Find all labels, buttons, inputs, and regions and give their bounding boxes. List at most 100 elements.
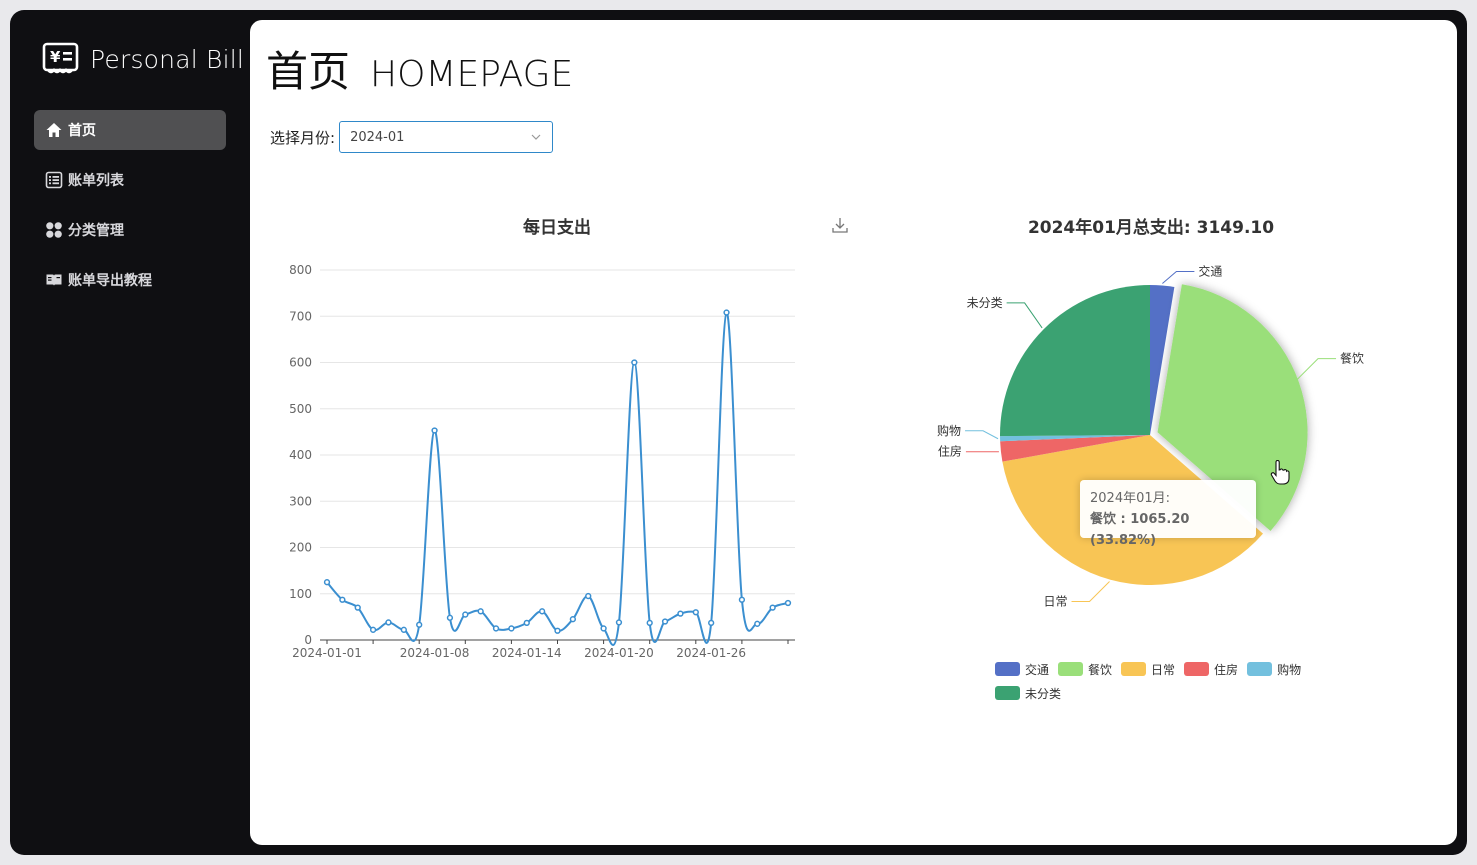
data-point: [554, 627, 561, 634]
data-point: [708, 619, 715, 627]
data-point: [769, 604, 776, 611]
data-point: [477, 608, 484, 615]
pie-label-line: [965, 430, 999, 440]
line-chart: 0 100 200 300 400 500 600 700 800 2024-01-01 2024-…: [289, 263, 795, 660]
data-point: [508, 625, 515, 632]
pie-slice-label: 未分类: [967, 296, 1003, 310]
data-point: [369, 626, 377, 633]
page-title-en: HOMEPAGE: [370, 54, 574, 95]
y-tick-label: 200: [289, 541, 312, 555]
legend-item[interactable]: 购物: [1247, 657, 1301, 681]
tooltip-title: 2024年01月:: [1090, 491, 1171, 506]
data-point: [585, 592, 592, 600]
sidebar-item-category[interactable]: 分类管理: [34, 210, 226, 250]
pie-label-line: [1292, 358, 1337, 384]
pie-slice-label: 日常: [1044, 595, 1068, 609]
data-point: [615, 619, 623, 626]
data-point: [692, 609, 699, 616]
month-select-value: 2024-01: [350, 129, 405, 145]
sidebar-item-bill-list[interactable]: 账单列表: [34, 160, 226, 200]
data-point: [631, 359, 638, 366]
legend-swatch: [1184, 662, 1210, 676]
sidebar-item-label: 账单列表: [68, 173, 124, 189]
sidebar-item-export-guide[interactable]: 账单导出教程: [34, 260, 226, 300]
legend-label: 住房: [1214, 662, 1239, 677]
legend-item[interactable]: 日常: [1121, 657, 1175, 681]
legend-label: 餐饮: [1088, 662, 1113, 677]
download-icon[interactable]: [831, 216, 849, 234]
legend-item[interactable]: 餐饮: [1058, 657, 1112, 681]
pie-slice-label: 交通: [1198, 264, 1222, 279]
pie-slice-label: 住房: [938, 444, 962, 459]
data-point: [661, 618, 669, 625]
data-point: [339, 596, 346, 603]
legend-label: 购物: [1277, 662, 1302, 677]
pie-label-line: [1162, 271, 1195, 284]
grid-icon: [46, 222, 62, 238]
legend-swatch: [995, 662, 1020, 676]
legend-item[interactable]: 未分类: [995, 681, 1061, 705]
sidebar-item-home[interactable]: 首页: [34, 110, 226, 150]
x-tick-label: 2024-01-26: [676, 646, 746, 660]
hand-cursor-icon: [1270, 460, 1290, 485]
data-point: [323, 579, 331, 586]
legend-item[interactable]: 交通: [995, 657, 1049, 681]
x-tick-label: 2024-01-20: [584, 646, 654, 660]
data-point: [416, 621, 423, 628]
app-title: Personal Bill: [90, 44, 245, 74]
chart-tooltip: 2024年01月: 餐饮 : 1065.20 (33.82%): [1080, 480, 1256, 548]
data-point: [600, 625, 607, 632]
data-point: [431, 427, 438, 434]
pie-chart: 交通餐饮日常 住房 购物 未分类: [937, 264, 1364, 609]
x-tick-label: 2024-01-01: [292, 646, 362, 660]
data-point: [738, 596, 746, 603]
pie-slice-未分类: [1000, 285, 1150, 437]
brand: ¥ Personal Bill: [42, 40, 244, 78]
pie-legend: 交通 餐饮 日常 住房 购物未分类: [995, 657, 1335, 705]
y-tick-label: 700: [289, 309, 312, 323]
y-tick-label: 0: [304, 633, 312, 647]
legend-swatch: [995, 686, 1020, 700]
sidebar-item-label: 首页: [68, 123, 96, 139]
y-tick-label: 100: [289, 587, 312, 601]
y-tick-label: 500: [289, 402, 312, 416]
month-filter: 选择月份: 2024-01: [270, 121, 554, 153]
home-icon: [46, 123, 62, 137]
line-chart-title: 每日支出: [523, 218, 591, 238]
tooltip-value: 餐饮 : 1065.20 (33.82%): [1090, 512, 1190, 548]
sidebar: ¥ Personal Bill 首页 账单列表 分类管理 账单导出教程: [10, 10, 250, 855]
app-window: ¥ Personal Bill 首页 账单列表 分类管理 账单导出教程 首页 H…: [10, 10, 1467, 855]
book-icon: [46, 274, 62, 286]
data-point: [784, 599, 792, 607]
month-select[interactable]: 2024-01: [339, 121, 554, 153]
data-point: [538, 608, 546, 615]
legend-swatch: [1247, 662, 1273, 676]
data-point: [400, 626, 407, 633]
legend-label: 日常: [1151, 662, 1176, 677]
pie-chart-title: 2024年01月总支出: 3149.10: [1027, 218, 1275, 238]
data-point: [446, 614, 454, 621]
pie-slice-label: 购物: [937, 423, 961, 438]
legend-item[interactable]: 住房: [1184, 657, 1238, 681]
x-tick-label: 2024-01-14: [492, 646, 562, 660]
data-point: [492, 625, 500, 632]
page-title: 首页 HOMEPAGE: [266, 38, 573, 99]
list-icon: [45, 171, 63, 189]
month-label: 选择月份:: [270, 128, 336, 147]
legend-swatch: [1121, 662, 1147, 676]
data-point: [723, 309, 730, 316]
data-point: [646, 619, 653, 627]
pie-label-line: [1071, 581, 1110, 603]
x-tick-label: 2024-01-08: [400, 646, 470, 660]
bill-logo-icon: ¥: [42, 42, 79, 74]
data-point: [462, 611, 469, 618]
data-point: [523, 619, 530, 627]
legend-label: 未分类: [1025, 686, 1062, 701]
page-title-cn: 首页: [266, 47, 351, 96]
data-point: [354, 604, 361, 611]
y-tick-label: 400: [289, 448, 312, 462]
legend-label: 交通: [1025, 662, 1050, 677]
legend-swatch: [1058, 662, 1084, 676]
chevron-down-icon: [531, 134, 541, 140]
sidebar-item-label: 分类管理: [68, 223, 124, 239]
